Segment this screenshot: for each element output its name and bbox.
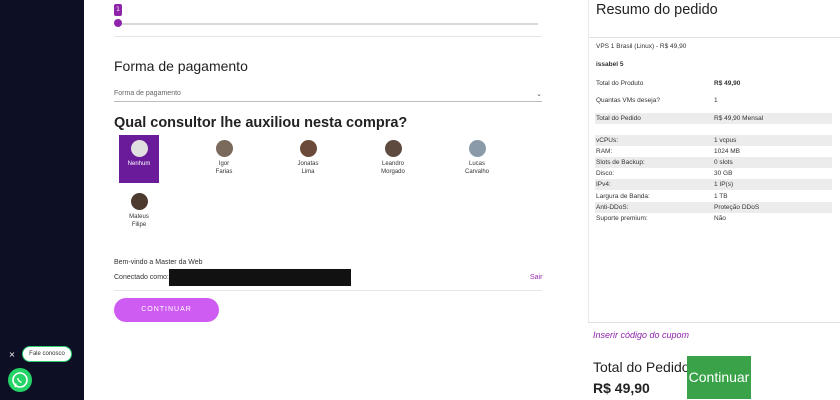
avatar	[384, 140, 402, 157]
checkout-continue-button[interactable]: Continuar	[687, 356, 751, 399]
spec-label: Slots de Backup:	[596, 159, 645, 166]
row-value: R$ 49,90	[714, 80, 741, 87]
spec-value: 1 TB	[714, 193, 728, 200]
consultant-first-name: Leandro	[381, 161, 405, 167]
consultant-first-name: Mateus	[129, 214, 149, 220]
total-label: Total do Pedido	[593, 359, 690, 375]
spec-value: 1 IP(s)	[714, 181, 734, 188]
spec-row: Slots de Backup: 0 slots	[595, 157, 832, 168]
spec-value: Não	[714, 215, 726, 222]
avatar	[130, 193, 148, 210]
summary-row: Quantas VMs deseja? 1	[595, 95, 832, 106]
avatar	[215, 140, 233, 157]
spec-row: Suporte premium: Não	[595, 213, 832, 224]
chevron-down-icon: ⌄	[536, 91, 542, 98]
spec-value: Proteção DDoS	[714, 204, 760, 211]
continue-button[interactable]: CONTINUAR	[114, 298, 219, 322]
divider	[114, 290, 542, 291]
total-value: R$ 49,90	[593, 380, 650, 396]
consultant-section-title: Qual consultor lhe auxiliou nesta compra…	[114, 115, 408, 131]
spec-row: IPv4: 1 IP(s)	[595, 179, 832, 190]
avatar	[299, 140, 317, 157]
summary-title: Resumo do pedido	[596, 2, 718, 18]
consultant-last-name: Carvalho	[464, 169, 489, 175]
spec-row: Largura de Banda: 1 TB	[595, 191, 832, 202]
spec-label: IPv4:	[596, 181, 611, 188]
spec-row: vCPUs: 1 vcpus	[595, 135, 832, 146]
consultant-last-name: Filipe	[131, 222, 147, 228]
checkout-panel: Inserir código do cupom Total do Pedido …	[588, 322, 840, 400]
close-icon[interactable]: ×	[7, 350, 17, 360]
slider-value-badge: 1	[114, 4, 122, 16]
left-sidebar	[0, 0, 84, 400]
consultant-option-lucas[interactable]: Lucas Carvalho	[456, 135, 498, 176]
divider	[114, 36, 542, 37]
spec-row: Disco: 30 GB	[595, 168, 832, 179]
consultant-option-jonatas[interactable]: Jonatas Lima	[287, 135, 329, 176]
summary-row: Total do Produto R$ 49,90	[595, 78, 832, 89]
connected-as-label: Conectado como:	[114, 274, 169, 281]
consultant-first-name: Jonatas	[297, 161, 319, 167]
consultant-option-nenhum[interactable]: Nenhum	[119, 135, 159, 183]
row-label: Total do Pedido	[596, 115, 641, 122]
spec-value: 1 vcpus	[714, 137, 737, 144]
row-value: R$ 49,90 Mensal	[714, 115, 764, 122]
consultant-last-name: Farias	[215, 169, 233, 175]
whatsapp-icon	[12, 372, 28, 388]
consultant-last-name: Lima	[301, 169, 315, 175]
whatsapp-button[interactable]	[8, 368, 32, 392]
summary-row: Total do Pedido R$ 49,90 Mensal	[595, 113, 832, 124]
consultant-option-mateus[interactable]: Mateus Filipe	[118, 188, 160, 229]
order-summary-panel: Resumo do pedido VPS 1 Brasil (Linux) - …	[588, 0, 840, 322]
consultant-first-name: Igor	[218, 161, 230, 167]
divider	[589, 37, 840, 38]
consultant-name: Nenhum	[127, 161, 151, 167]
checkout-form: 1 Forma de pagamento Forma de pagamento …	[84, 0, 586, 400]
spec-label: Disco:	[596, 170, 615, 177]
slider-thumb[interactable]	[114, 19, 122, 27]
spec-label: Largura de Banda:	[596, 193, 650, 200]
slider-track[interactable]	[118, 23, 538, 25]
payment-select-placeholder: Forma de pagamento	[114, 90, 181, 97]
payment-section-title: Forma de pagamento	[114, 58, 248, 74]
row-value: 1	[714, 97, 718, 104]
spec-row: Anti-DDoS: Proteção DDoS	[595, 202, 832, 213]
spec-label: Suporte premium:	[596, 215, 648, 222]
spec-label: Anti-DDoS:	[596, 204, 629, 211]
spec-label: vCPUs:	[596, 137, 619, 144]
spec-value: 30 GB	[714, 170, 733, 177]
consultant-first-name: Lucas	[468, 161, 485, 167]
consultant-option-igor[interactable]: Igor Farias	[203, 135, 245, 176]
row-label: Total do Produto	[596, 80, 644, 87]
chat-bubble[interactable]: Fale conosco	[22, 346, 72, 362]
avatar	[468, 140, 486, 157]
spec-value: 0 slots	[714, 159, 733, 166]
spec-row: RAM: 1024 MB	[595, 146, 832, 157]
redacted-account-name	[169, 269, 351, 286]
logout-link[interactable]: Sair	[530, 274, 542, 281]
avatar	[130, 140, 148, 157]
coupon-link[interactable]: Inserir código do cupom	[593, 330, 689, 340]
spec-label: RAM:	[596, 148, 613, 155]
payment-method-select[interactable]: Forma de pagamento ⌄	[114, 90, 542, 102]
row-label: Quantas VMs deseja?	[596, 97, 660, 104]
welcome-text: Bem-vindo a Master da Web	[114, 259, 203, 266]
hostname: issabel 5	[596, 61, 624, 68]
consultant-last-name: Morgado	[381, 169, 405, 175]
product-line: VPS 1 Brasil (Linux) - R$ 49,90	[596, 43, 687, 50]
spec-value: 1024 MB	[714, 148, 741, 155]
quantity-slider[interactable]: 1	[114, 0, 542, 36]
consultant-option-leandro[interactable]: Leandro Morgado	[372, 135, 414, 176]
